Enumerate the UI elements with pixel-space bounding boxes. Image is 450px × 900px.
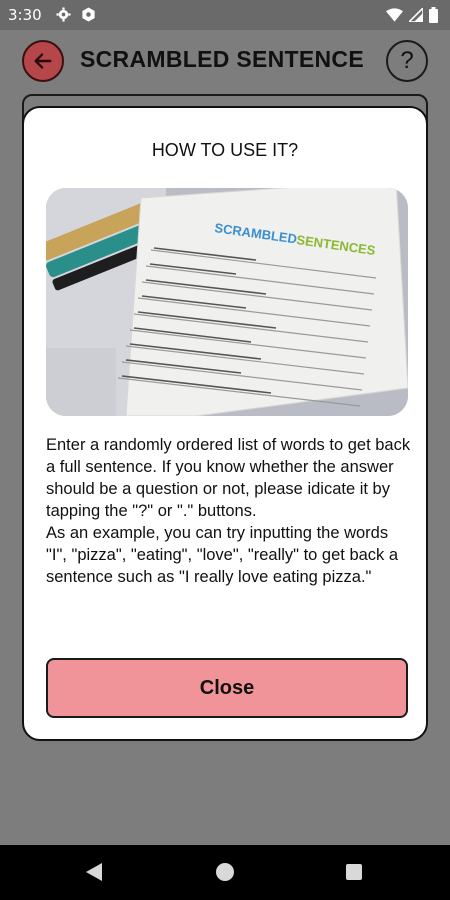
status-icons-left — [56, 7, 96, 22]
settings-icon — [82, 7, 95, 22]
battery-icon — [429, 7, 438, 23]
close-button[interactable]: Close — [46, 658, 408, 718]
signal-icon — [409, 8, 423, 22]
status-bar: 3:30 — [0, 0, 450, 30]
status-time: 3:30 — [8, 6, 42, 24]
gear-icon — [56, 7, 71, 22]
arrow-left-icon — [34, 53, 52, 69]
status-icons-right — [386, 7, 438, 23]
system-nav-bar — [0, 845, 450, 900]
help-dialog: HOW TO USE IT? SCRAMBLED SENTENCES Enter… — [22, 106, 428, 741]
nav-back-icon[interactable] — [86, 863, 102, 881]
back-button[interactable] — [22, 40, 64, 82]
app-bar: SCRAMBLED SENTENCE ? — [0, 30, 450, 90]
wifi-icon — [386, 8, 403, 22]
worksheet-photo: SCRAMBLED SENTENCES — [46, 188, 408, 416]
app-title: SCRAMBLED SENTENCE — [80, 46, 364, 72]
nav-recent-apps-icon[interactable] — [346, 864, 362, 880]
dialog-title: HOW TO USE IT? — [151, 140, 299, 160]
help-button[interactable]: ? — [386, 40, 428, 82]
dialog-body-text: Enter a randomly ordered list of words t… — [46, 436, 411, 586]
nav-home-icon[interactable] — [216, 863, 234, 881]
